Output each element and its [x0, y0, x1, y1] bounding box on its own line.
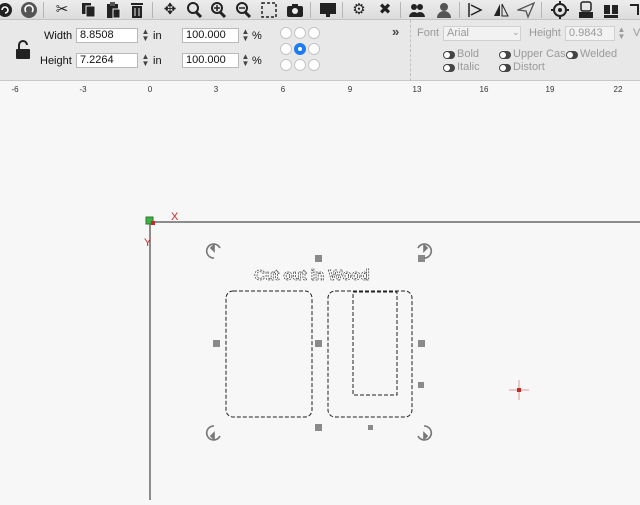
- user-icon[interactable]: [435, 1, 453, 19]
- font-height-stepper[interactable]: ▲ ▼: [617, 26, 626, 41]
- width-label: Width: [44, 30, 73, 42]
- chevron-down-icon: ⌄: [512, 27, 520, 37]
- send-icon[interactable]: [515, 1, 536, 19]
- circle-arrow-icon[interactable]: [0, 1, 14, 19]
- anchor-bottom-right[interactable]: [308, 59, 320, 71]
- height-stepper[interactable]: ▲ ▼: [141, 53, 150, 68]
- anchor-left[interactable]: [280, 43, 292, 55]
- width-scale-stepper[interactable]: ▲ ▼: [241, 28, 250, 43]
- welded-toggle[interactable]: [566, 51, 578, 59]
- height-label: Height: [40, 55, 72, 67]
- width-field[interactable]: 8.8508: [76, 28, 138, 43]
- paste-icon[interactable]: [104, 1, 122, 19]
- properties-panel: Width 8.8508 ▲ ▼ in 100.000 ▲ ▼ % Height 7…: [0, 20, 640, 81]
- right-cut-panel[interactable]: [327, 290, 413, 418]
- italic-label: Italic: [457, 61, 480, 73]
- y-axis-label: Y: [144, 237, 152, 249]
- width-scale-field[interactable]: 100.000: [182, 28, 239, 43]
- upper-case-label: Upper Cas: [513, 48, 566, 60]
- horizontal-ruler: -6 -3 0 3 6 9 13 16 19 22: [0, 82, 640, 98]
- ruler-tick: 19: [545, 85, 555, 94]
- font-label: Font: [417, 27, 440, 39]
- ruler-tick: 3: [213, 85, 219, 94]
- cut-text[interactable]: Cut out in Wood: [254, 267, 370, 285]
- origin-point: [151, 221, 155, 225]
- bold-label: Bold: [457, 48, 480, 60]
- users-icon[interactable]: [408, 1, 426, 19]
- upper-case-toggle[interactable]: [499, 51, 511, 59]
- height-field[interactable]: 7.2264: [76, 53, 138, 68]
- mirror-icon[interactable]: [492, 1, 510, 19]
- left-cut-panel[interactable]: [225, 290, 313, 418]
- font-height-field[interactable]: 0.9843: [565, 26, 615, 41]
- work-canvas[interactable]: X Y Cut out in Wood: [0, 98, 640, 500]
- trash-icon[interactable]: [128, 1, 146, 19]
- font-height-label: Height: [529, 27, 561, 39]
- wrench-icon[interactable]: ✖: [376, 1, 394, 19]
- anchor-top-right[interactable]: [308, 27, 320, 39]
- anchor-right[interactable]: [308, 43, 320, 55]
- italic-toggle[interactable]: [443, 64, 455, 72]
- ruler-tick: 0: [147, 85, 153, 94]
- ruler-tick: -6: [11, 85, 19, 94]
- x-axis-label: X: [171, 211, 179, 223]
- anchor-bottom[interactable]: [294, 59, 306, 71]
- font-section: Font Arial ⌄ Height 0.9843 ▲ ▼ V Bold Upp…: [410, 20, 640, 81]
- target-icon[interactable]: [551, 1, 569, 19]
- distort-toggle[interactable]: [499, 64, 511, 72]
- ruler-tick: 6: [280, 85, 286, 94]
- main-toolbar: ✂ ✥ ⚙ ✖: [0, 0, 640, 20]
- more-button[interactable]: »: [392, 24, 399, 39]
- height-scale-stepper[interactable]: ▲ ▼: [241, 53, 250, 68]
- monitor-icon[interactable]: [319, 1, 337, 19]
- zoom-out-icon[interactable]: [234, 1, 252, 19]
- bold-toggle[interactable]: [443, 51, 455, 59]
- anchor-top-left[interactable]: [280, 27, 292, 39]
- ruler-tick: 9: [347, 85, 353, 94]
- lock-icon[interactable]: [14, 40, 32, 65]
- width-unit: in: [153, 30, 162, 42]
- edge-letter: V: [633, 27, 640, 39]
- move-icon[interactable]: ✥: [161, 1, 179, 19]
- font-select[interactable]: Arial: [443, 26, 521, 41]
- settings-icon[interactable]: [577, 1, 595, 19]
- redo-icon[interactable]: [20, 1, 38, 19]
- distort-label: Distort: [513, 61, 545, 73]
- anchor-top[interactable]: [294, 27, 306, 39]
- anchor-center[interactable]: [294, 43, 306, 55]
- camera-settings-icon[interactable]: [602, 1, 620, 19]
- width-percent: %: [252, 30, 262, 42]
- align-icon[interactable]: [466, 1, 484, 19]
- ruler-tick: -3: [79, 85, 87, 94]
- copy-icon[interactable]: [79, 1, 97, 19]
- cut-icon[interactable]: ✂: [53, 1, 71, 19]
- ruler-tick: 16: [479, 85, 489, 94]
- welded-label: Welded: [580, 48, 618, 60]
- height-percent: %: [252, 55, 262, 67]
- tools-icon[interactable]: ⚙: [350, 1, 368, 19]
- height-unit: in: [153, 55, 162, 67]
- inner-cutout[interactable]: [352, 291, 398, 396]
- laser-crosshair: [509, 380, 529, 400]
- camera-icon[interactable]: [286, 1, 304, 19]
- zoom-in-icon[interactable]: [209, 1, 227, 19]
- height-scale-field[interactable]: 100.000: [182, 53, 239, 68]
- arrow-icon[interactable]: [628, 1, 640, 19]
- zoom-fit-icon[interactable]: [185, 1, 203, 19]
- selection-box-icon[interactable]: [260, 1, 278, 19]
- anchor-bottom-left[interactable]: [280, 59, 292, 71]
- ruler-tick: 13: [412, 85, 422, 94]
- ruler-tick: 22: [613, 85, 623, 94]
- width-stepper[interactable]: ▲ ▼: [141, 28, 150, 43]
